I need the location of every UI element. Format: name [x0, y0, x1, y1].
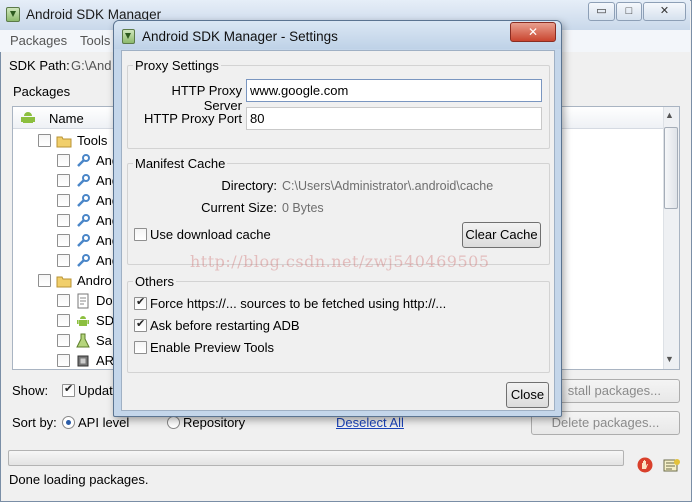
- tree-scroll-thumb[interactable]: [664, 127, 678, 209]
- scroll-up-icon[interactable]: ▲: [665, 110, 674, 120]
- sdk-path-label: SDK Path:: [9, 58, 70, 73]
- tree-row-checkbox[interactable]: [57, 234, 70, 247]
- proxy-port-value: 80: [250, 111, 265, 126]
- clear-cache-button[interactable]: Clear Cache: [462, 222, 541, 248]
- dialog-close-text-button[interactable]: Close: [506, 382, 549, 408]
- tree-row-checkbox[interactable]: [38, 134, 51, 147]
- tree-row-label: Do: [96, 293, 113, 308]
- proxy-server-label: HTTP Proxy Server: [171, 83, 242, 113]
- manifest-cache-title: Manifest Cache: [133, 156, 228, 171]
- status-text: Done loading packages.: [9, 472, 149, 487]
- tree-row-checkbox[interactable]: [57, 214, 70, 227]
- sort-api-radio[interactable]: [62, 416, 75, 429]
- others-title: Others: [133, 274, 177, 289]
- folder-icon: [56, 273, 72, 289]
- watermark-text: http://blog.csdn.net/zwj540469505: [190, 252, 490, 271]
- main-close-button[interactable]: ✕: [643, 2, 686, 21]
- deselect-all-link[interactable]: Deselect All: [336, 415, 404, 430]
- dialog-title: Android SDK Manager - Settings: [142, 29, 338, 44]
- enable-preview-tools-label: Enable Preview Tools: [150, 340, 275, 355]
- enable-preview-tools-checkbox[interactable]: [134, 341, 147, 354]
- tree-row-label: AR: [96, 353, 115, 368]
- minimize-button[interactable]: ▭: [588, 2, 615, 21]
- cache-size-value: 0 Bytes: [282, 201, 324, 215]
- tree-row-checkbox[interactable]: [57, 254, 70, 267]
- document-icon: [75, 293, 91, 309]
- wrench-icon: [75, 253, 91, 269]
- tree-row-checkbox[interactable]: [57, 174, 70, 187]
- wrench-icon: [75, 233, 91, 249]
- proxy-port-label: HTTP Proxy Port: [143, 111, 242, 126]
- tree-row-checkbox[interactable]: [57, 194, 70, 207]
- show-updates-checkbox[interactable]: [62, 382, 75, 397]
- sort-repository-radio[interactable]: [167, 416, 180, 429]
- proxy-settings-title: Proxy Settings: [133, 58, 221, 73]
- ask-restart-adb-checkbox[interactable]: [134, 317, 147, 332]
- proxy-server-value: www.google.com: [250, 83, 349, 98]
- tree-row-checkbox[interactable]: [57, 314, 70, 327]
- menu-tools[interactable]: Tools: [80, 33, 110, 48]
- ask-restart-adb-label: Ask before restarting ADB: [150, 318, 300, 333]
- stop-hand-icon[interactable]: [637, 457, 653, 473]
- wrench-icon: [75, 213, 91, 229]
- tree-row-checkbox[interactable]: [57, 334, 70, 347]
- dialog-app-icon: [122, 29, 135, 44]
- dialog-close-button[interactable]: ✕: [510, 22, 556, 42]
- folder-icon: [56, 133, 72, 149]
- log-window-icon[interactable]: [663, 458, 681, 473]
- show-updates-label: Updat: [78, 383, 113, 398]
- force-http-checkbox[interactable]: [134, 295, 147, 310]
- proxy-port-input[interactable]: 80: [246, 107, 542, 130]
- wrench-icon: [75, 153, 91, 169]
- column-name-header[interactable]: Name: [49, 111, 84, 126]
- scroll-down-icon[interactable]: ▼: [665, 354, 674, 364]
- tree-row-checkbox[interactable]: [57, 294, 70, 307]
- tree-row-label: Tools: [77, 133, 108, 148]
- cache-directory-label: Directory:: [221, 178, 277, 193]
- tree-row-label: SD: [96, 313, 115, 328]
- force-http-label: Force https://... sources to be fetched …: [150, 296, 447, 311]
- tree-row-label: Andro: [77, 273, 112, 288]
- android-icon: [20, 110, 36, 126]
- wrench-icon: [75, 193, 91, 209]
- menu-packages[interactable]: Packages: [10, 33, 67, 48]
- maximize-button[interactable]: □: [616, 2, 642, 21]
- tree-row-label: Sa: [96, 333, 112, 348]
- chip-icon: [75, 353, 91, 369]
- tree-row-checkbox[interactable]: [57, 154, 70, 167]
- packages-label: Packages: [13, 84, 71, 99]
- sort-api-label: API level: [78, 415, 130, 430]
- progress-bar: [8, 450, 624, 466]
- proxy-server-input[interactable]: www.google.com: [246, 79, 542, 102]
- use-download-cache-label: Use download cache: [150, 227, 271, 242]
- cache-directory-value: C:\Users\Administrator\.android\cache: [282, 179, 494, 193]
- show-label: Show:: [12, 383, 49, 398]
- sdk-path-value: G:\And: [71, 58, 112, 73]
- sort-repository-label: Repository: [183, 415, 246, 430]
- sort-by-label: Sort by:: [12, 415, 57, 430]
- cache-size-label: Current Size:: [201, 200, 277, 215]
- wrench-icon: [75, 173, 91, 189]
- use-download-cache-checkbox[interactable]: [134, 228, 147, 241]
- sdk-manager-icon: [6, 7, 20, 22]
- tree-row-checkbox[interactable]: [57, 354, 70, 367]
- install-packages-label: stall packages...: [567, 383, 661, 398]
- tree-row-checkbox[interactable]: [38, 274, 51, 287]
- flask-icon: [75, 333, 91, 349]
- android-icon: [75, 313, 91, 329]
